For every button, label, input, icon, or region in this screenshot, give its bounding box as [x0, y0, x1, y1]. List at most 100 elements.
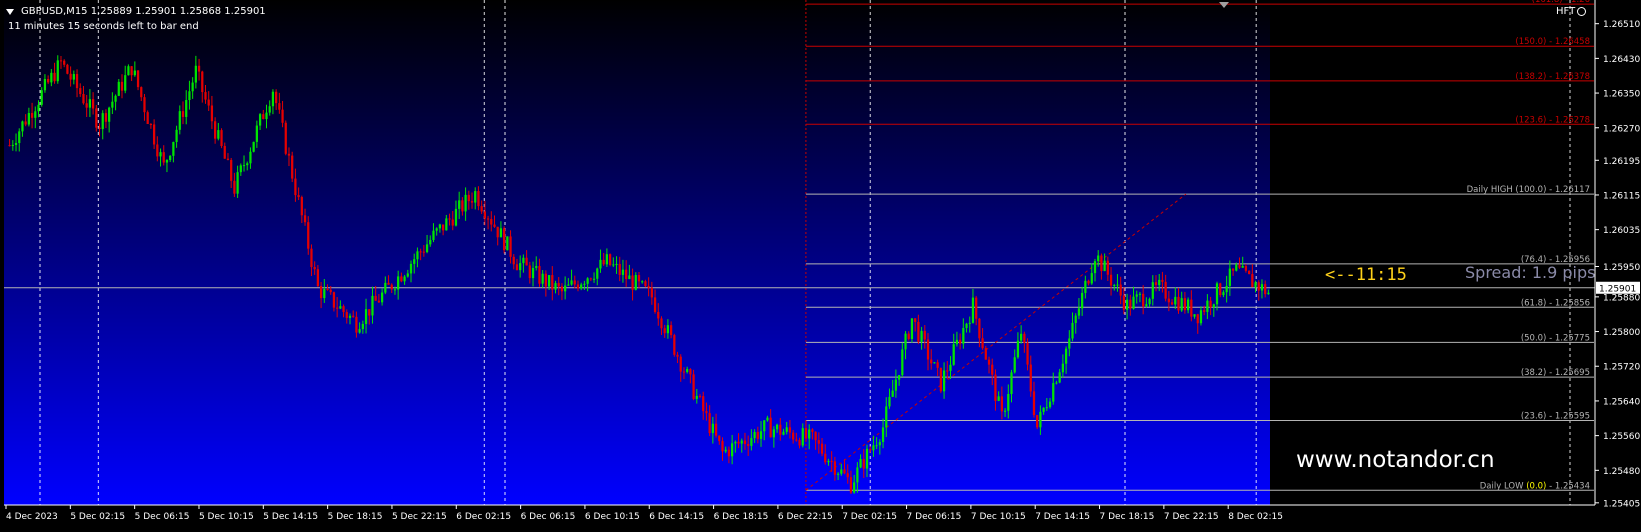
- candle-body: [37, 104, 40, 112]
- candle-body: [888, 396, 891, 407]
- candle-body: [1190, 299, 1193, 317]
- candle-body: [573, 280, 576, 285]
- candle-body: [1199, 310, 1203, 324]
- candle-body: [910, 318, 914, 339]
- candle-body: [727, 449, 731, 457]
- candle-body: [737, 441, 740, 444]
- candle-body: [409, 263, 413, 274]
- price-tick-label: 1.26195: [1603, 157, 1640, 167]
- candle-body: [994, 374, 997, 401]
- candle-body: [403, 276, 406, 282]
- candle-body: [734, 441, 737, 444]
- candle-body: [114, 95, 117, 102]
- candle-body: [698, 395, 702, 397]
- candle-body: [541, 273, 544, 284]
- candle-body: [538, 266, 541, 284]
- candle-body: [438, 224, 442, 229]
- candle-body: [393, 289, 397, 291]
- symbol-title: GBPUSD,M15 1.25889 1.25901 1.25868 1.259…: [6, 6, 266, 17]
- candle-body: [1161, 279, 1164, 282]
- watermark-text: www.notandor.cn: [1296, 447, 1495, 473]
- candle-body: [233, 180, 236, 194]
- price-tick-label: 1.25880: [1603, 293, 1640, 303]
- candle-body: [772, 429, 775, 438]
- candle-body: [759, 431, 763, 439]
- current-price-marker-label: 1.25901: [1599, 284, 1636, 294]
- candle-body: [483, 211, 486, 219]
- spread-readout: Spread: 1.9 pips: [1465, 263, 1596, 282]
- candle-body: [82, 94, 85, 104]
- smiley-icon[interactable]: [1577, 7, 1587, 16]
- candle-body: [400, 276, 403, 282]
- time-tick-label: 7 Dec 18:15: [1100, 512, 1155, 522]
- candle-body: [647, 286, 650, 288]
- candle-body: [843, 469, 846, 474]
- candle-body: [461, 200, 464, 212]
- candle-body: [88, 99, 92, 108]
- candle-body: [1228, 268, 1231, 287]
- candle-body: [230, 159, 233, 181]
- candle-body: [441, 224, 445, 231]
- candle-body: [506, 236, 509, 251]
- candle-body: [657, 311, 660, 319]
- candle-body: [1013, 357, 1016, 373]
- time-tick-label: 6 Dec 22:15: [778, 512, 833, 522]
- candle-body: [258, 114, 262, 126]
- candle-body: [265, 112, 268, 120]
- candle-body: [467, 194, 470, 202]
- candle-body: [297, 195, 300, 198]
- candle-body: [249, 151, 252, 164]
- candle-body: [271, 91, 275, 107]
- candle-body: [551, 275, 554, 290]
- candle-body: [586, 278, 589, 284]
- candle-body: [425, 244, 429, 253]
- candle-body: [11, 144, 14, 146]
- candle-body: [814, 431, 817, 441]
- candle-body: [1084, 280, 1087, 293]
- candle-body: [1244, 266, 1248, 271]
- price-tick-label: 1.25560: [1603, 432, 1640, 442]
- candle-body: [474, 191, 477, 203]
- candle-body: [358, 329, 361, 333]
- candle-body: [897, 375, 901, 380]
- collapse-triangle-icon[interactable]: [6, 8, 14, 15]
- price-tick-label: 1.25720: [1603, 363, 1640, 373]
- candle-body: [191, 82, 194, 92]
- candle-body: [528, 265, 531, 279]
- candle-body: [644, 281, 647, 287]
- candle-body: [210, 105, 214, 122]
- price-tick-label: 1.25950: [1603, 263, 1640, 273]
- candle-body: [669, 325, 673, 336]
- candle-body: [75, 74, 79, 89]
- candle-body: [303, 215, 307, 223]
- candle-body: [1036, 415, 1039, 428]
- candle-body: [1045, 407, 1048, 409]
- candle-body: [162, 152, 165, 163]
- price-tick-label: 1.25800: [1603, 328, 1640, 338]
- candle-body: [949, 364, 952, 371]
- candle-body: [592, 278, 596, 280]
- price-tick-label: 1.26430: [1603, 55, 1640, 65]
- candle-body: [987, 359, 991, 365]
- fib-level-label: (38.2) - 1.25695: [1521, 368, 1590, 378]
- candle-body: [914, 318, 917, 322]
- candle-body: [817, 440, 820, 444]
- candle-body: [692, 374, 695, 399]
- candle-body: [939, 367, 942, 392]
- candle-body: [1129, 299, 1132, 309]
- candle-body: [1122, 295, 1126, 310]
- hft-badge[interactable]: HFT: [1556, 6, 1587, 17]
- candle-body: [509, 236, 512, 257]
- candle-body: [564, 285, 567, 292]
- chart-window[interactable]: 1.26510 1.26430 1.26350 1.26270 1.26195 1.261…: [0, 0, 1641, 528]
- candle-body: [984, 348, 987, 360]
- candle-body: [130, 66, 133, 76]
- candle-body: [1003, 410, 1007, 412]
- candle-body: [1032, 391, 1036, 416]
- candle-body: [204, 92, 207, 100]
- candle-body: [95, 108, 98, 128]
- candle-body: [859, 459, 862, 468]
- candle-body: [111, 101, 114, 108]
- candle-body: [117, 81, 120, 96]
- candle-body: [1077, 308, 1081, 316]
